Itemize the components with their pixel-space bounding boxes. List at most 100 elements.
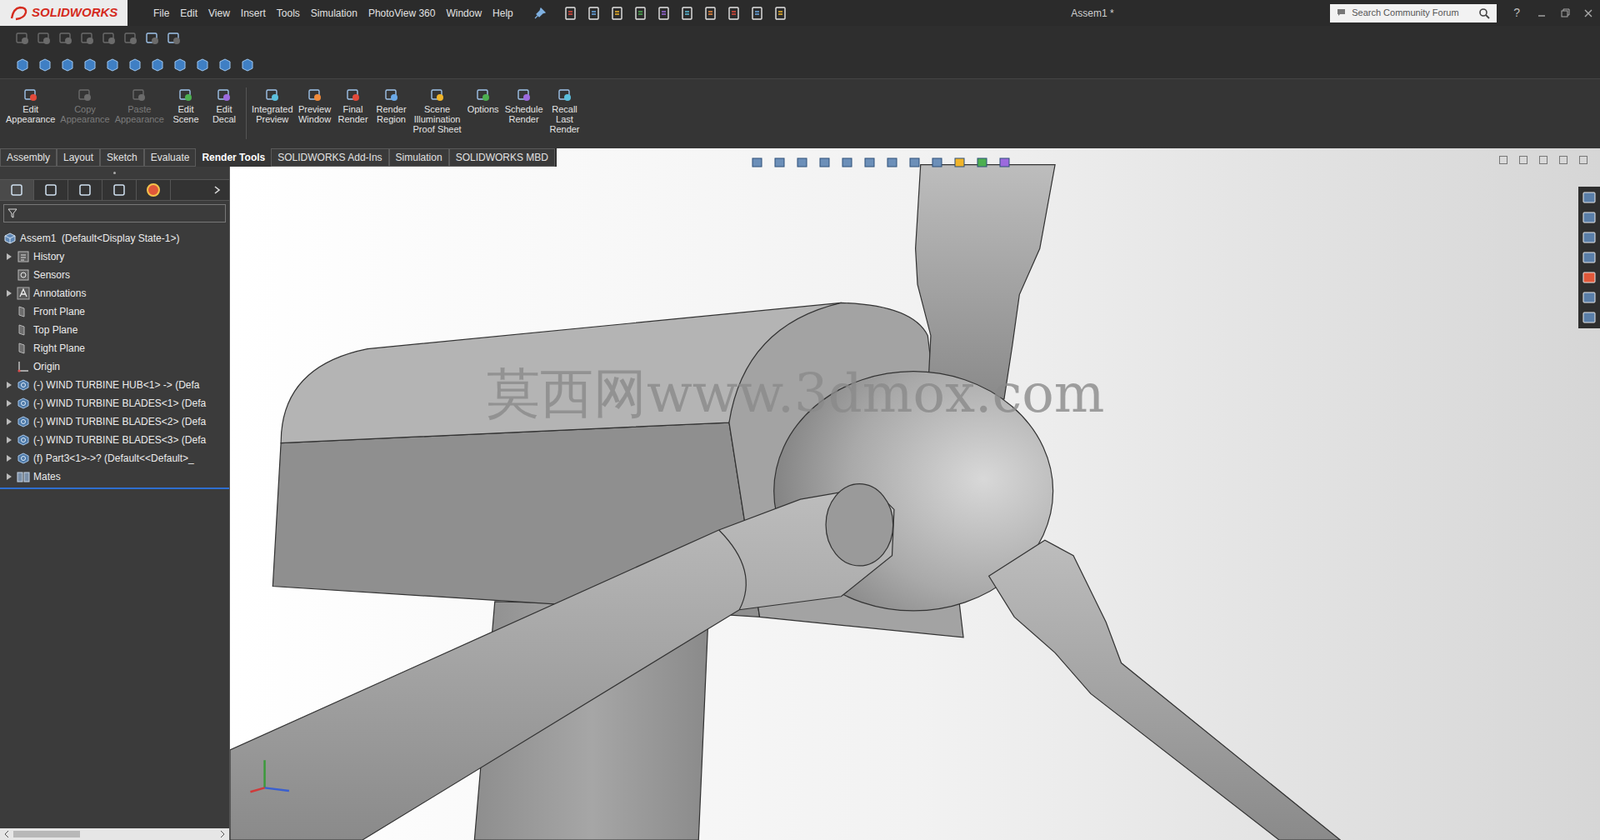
tree-item[interactable]: Front Plane [0, 302, 230, 321]
quick-access-icon[interactable] [680, 5, 695, 21]
expand-arrow-icon[interactable] [5, 252, 13, 261]
panel-tab-icon[interactable] [9, 182, 25, 198]
tree-item[interactable]: Right Plane [0, 339, 230, 358]
expand-panel-icon[interactable] [212, 185, 223, 195]
pin-icon[interactable] [533, 6, 547, 20]
tree-item[interactable]: History [0, 247, 230, 266]
tree-item[interactable]: (-) WIND TURBINE HUB<1> -> (Defa [0, 375, 230, 395]
viewport-control-icon[interactable] [1498, 155, 1509, 165]
viewport-control-icon[interactable] [1578, 155, 1589, 165]
view-tool-icon[interactable] [930, 155, 945, 170]
view-icon[interactable] [60, 57, 75, 73]
command-button[interactable]: Options [464, 87, 503, 115]
menu-item[interactable]: View [208, 5, 230, 21]
command-button[interactable]: RecallLastRender [545, 87, 585, 135]
view-icon[interactable] [127, 57, 143, 73]
task-pane-icon[interactable] [1581, 210, 1597, 225]
expand-arrow-icon[interactable] [5, 454, 13, 463]
quick-access-icon[interactable] [610, 5, 625, 21]
command-icon[interactable] [516, 87, 532, 103]
scroll-left-icon[interactable] [3, 830, 10, 839]
task-pane-icon[interactable] [1581, 230, 1597, 245]
panel-tab-icon[interactable] [145, 182, 161, 198]
command-icon[interactable] [475, 87, 491, 103]
view-icon[interactable] [37, 57, 53, 73]
quick-access-icon[interactable] [750, 5, 765, 21]
toolbar-icon[interactable] [36, 30, 52, 46]
toolbar-icon[interactable] [58, 30, 74, 46]
task-pane-icon[interactable] [1581, 250, 1597, 265]
command-icon[interactable] [307, 87, 323, 103]
expand-arrow-icon[interactable] [5, 289, 13, 298]
menu-item[interactable]: PhotoView 360 [368, 5, 436, 21]
toolbar-icon[interactable] [123, 30, 139, 46]
command-button[interactable]: IntegratedPreview [249, 87, 296, 125]
expand-arrow-icon[interactable] [5, 435, 13, 445]
menu-item[interactable]: Edit [180, 5, 198, 21]
help-button[interactable]: ? [1510, 4, 1524, 22]
view-icon[interactable] [217, 57, 233, 73]
expand-arrow-icon[interactable] [5, 417, 13, 426]
menu-item[interactable]: Help [492, 5, 514, 21]
command-button[interactable]: EditScene [166, 87, 205, 125]
menu-item[interactable]: File [153, 5, 170, 21]
command-icon[interactable] [345, 87, 361, 103]
quick-access-icon[interactable] [726, 5, 742, 21]
wind-turbine-model[interactable] [230, 148, 1600, 840]
toolbar-icon[interactable] [166, 30, 182, 46]
panel-tab-icon[interactable] [77, 182, 93, 198]
view-icon[interactable] [15, 57, 30, 73]
tree-item[interactable]: (-) WIND TURBINE BLADES<3> (Defa [0, 430, 230, 450]
tree-item[interactable]: Top Plane [0, 320, 230, 340]
toolbar-icon[interactable] [145, 30, 160, 46]
command-button[interactable]: EditAppearance [3, 87, 58, 125]
menu-item[interactable]: Tools [276, 5, 300, 21]
command-button[interactable]: RenderRegion [372, 87, 411, 125]
tree-item[interactable]: Mates [0, 467, 230, 486]
view-icon[interactable] [195, 57, 210, 73]
tree-item[interactable]: Origin [0, 357, 230, 376]
command-button[interactable]: SceneIlluminationProof Sheet [410, 87, 465, 135]
tree-item[interactable]: (f) Part3<1>->? (Default<<Default>_ [0, 449, 230, 468]
scroll-right-icon[interactable] [219, 830, 226, 839]
quick-access-icon[interactable] [563, 5, 579, 21]
tree-item[interactable]: Annotations [0, 284, 230, 303]
minimize-icon[interactable] [1536, 8, 1547, 19]
tree-item[interactable]: (-) WIND TURBINE BLADES<1> (Defa [0, 394, 230, 413]
command-icon[interactable] [430, 87, 445, 103]
command-tab[interactable]: Layout [56, 148, 100, 167]
toolbar-icon[interactable] [15, 30, 30, 46]
view-icon[interactable] [150, 57, 165, 73]
rollback-bar[interactable] [0, 487, 230, 490]
tree-filter[interactable] [3, 204, 226, 223]
expand-arrow-icon[interactable] [5, 399, 13, 408]
viewport-control-icon[interactable] [1558, 155, 1569, 165]
viewport-control-icon[interactable] [1538, 155, 1549, 165]
restore-icon[interactable] [1560, 8, 1570, 19]
view-tool-icon[interactable] [772, 155, 788, 170]
command-icon[interactable] [23, 87, 39, 103]
view-icon[interactable] [172, 57, 188, 73]
command-tab[interactable]: Simulation [389, 148, 450, 167]
view-tool-icon[interactable] [795, 155, 810, 170]
command-button[interactable]: PreviewWindow [295, 87, 335, 125]
quick-access-icon[interactable] [633, 5, 649, 21]
panel-tab-icon[interactable] [111, 182, 127, 198]
quick-access-icon[interactable] [586, 5, 602, 21]
command-tab[interactable]: Assembly [0, 148, 57, 167]
command-icon[interactable] [265, 87, 280, 103]
task-pane-icon[interactable] [1581, 190, 1597, 205]
search-icon[interactable] [1478, 7, 1490, 20]
toolbar-icon[interactable] [101, 30, 117, 46]
view-tool-icon[interactable] [750, 155, 765, 170]
view-tool-icon[interactable] [907, 155, 923, 170]
expand-arrow-icon[interactable] [5, 380, 13, 390]
view-tool-icon[interactable] [885, 155, 900, 170]
command-button[interactable]: ScheduleRender [502, 87, 546, 125]
task-pane-icon[interactable] [1581, 270, 1597, 285]
command-icon[interactable] [77, 87, 93, 103]
graphics-area[interactable]: 莫西网www.3dmox.com [230, 148, 1600, 840]
view-tool-icon[interactable] [997, 155, 1013, 170]
horizontal-scrollbar[interactable] [0, 828, 230, 840]
command-tab[interactable]: Evaluate [144, 148, 197, 167]
